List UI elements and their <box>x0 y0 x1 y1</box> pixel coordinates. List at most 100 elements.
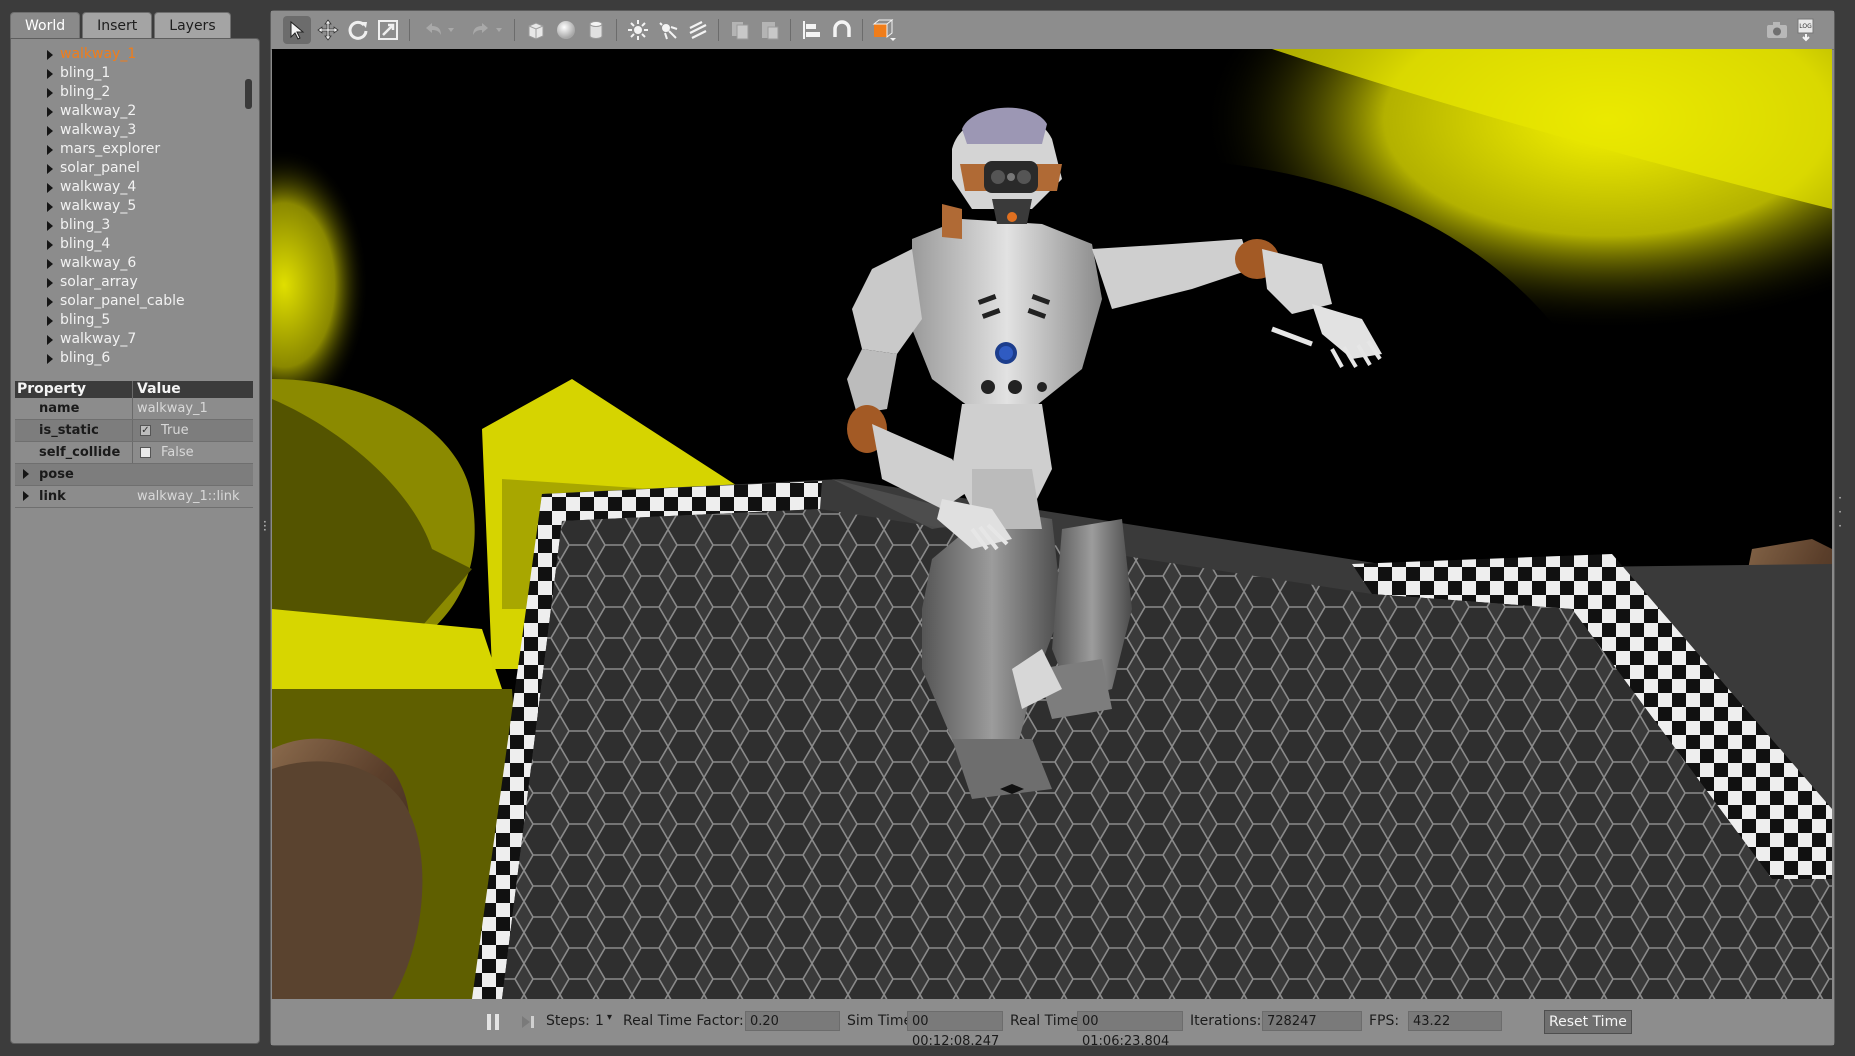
expand-arrow-icon[interactable] <box>47 240 53 250</box>
reset-time-button[interactable]: Reset Time <box>1544 1010 1632 1034</box>
expand-arrow-icon[interactable] <box>47 145 53 155</box>
expand-arrow-icon[interactable] <box>47 107 53 117</box>
right-panel-splitter-handle[interactable]: · · · <box>1838 491 1842 533</box>
expand-arrow-icon[interactable] <box>47 164 53 174</box>
point-light-icon[interactable] <box>624 16 652 44</box>
property-row-link[interactable]: link walkway_1::link <box>15 486 253 508</box>
real-time-field: 00 01:06:23.804 <box>1077 1011 1183 1049</box>
world-panel: walkway_1 bling_1 bling_2 walkway_2 walk… <box>10 38 260 1044</box>
iterations-field: 728247 <box>1262 1011 1362 1031</box>
redo-menu-chevron-icon[interactable] <box>491 16 507 44</box>
scene-viewport[interactable] <box>272 49 1832 999</box>
tree-item-walkway-1[interactable]: walkway_1 <box>11 45 251 64</box>
expand-arrow-icon[interactable] <box>47 259 53 269</box>
sphere-icon[interactable] <box>552 16 580 44</box>
tab-insert[interactable]: Insert <box>82 12 153 38</box>
property-table: Property Value name walkway_1 is_static … <box>15 381 253 508</box>
tree-item-solar-array[interactable]: solar_array <box>11 273 251 292</box>
property-row-name[interactable]: name walkway_1 <box>15 398 253 420</box>
expand-arrow-icon[interactable] <box>23 491 29 501</box>
toolbar-separator <box>616 19 617 41</box>
steps-chevron-icon[interactable]: ▾ <box>607 1012 612 1023</box>
toolbar-separator <box>409 19 410 41</box>
tree-item-walkway-6[interactable]: walkway_6 <box>11 254 251 273</box>
scale-icon[interactable] <box>374 16 402 44</box>
spot-light-icon[interactable] <box>654 16 682 44</box>
expand-arrow-icon[interactable] <box>47 335 53 345</box>
steps-value[interactable]: 1 <box>595 1013 604 1029</box>
steps-label: Steps: <box>546 1013 590 1029</box>
property-row-self-collide[interactable]: self_collide False <box>15 442 253 464</box>
view-angle-icon[interactable] <box>870 16 898 44</box>
expand-arrow-icon[interactable] <box>23 469 29 479</box>
undo-menu-chevron-icon[interactable] <box>443 16 459 44</box>
tree-item-walkway-4[interactable]: walkway_4 <box>11 178 251 197</box>
rotate-icon[interactable] <box>344 16 372 44</box>
panel-splitter-handle[interactable]: · · · <box>263 516 267 536</box>
toolbar-separator <box>718 19 719 41</box>
tree-item-bling-6[interactable]: bling_6 <box>11 349 251 368</box>
directional-light-icon[interactable] <box>684 16 712 44</box>
is-static-checkbox[interactable]: ✓ <box>140 425 151 436</box>
fps-field: 43.22 <box>1408 1011 1502 1031</box>
select-arrow-icon[interactable] <box>283 16 311 44</box>
expand-arrow-icon[interactable] <box>47 126 53 136</box>
tree-item-walkway-5[interactable]: walkway_5 <box>11 197 251 216</box>
tree-item-walkway-2[interactable]: walkway_2 <box>11 102 251 121</box>
self-collide-checkbox[interactable] <box>140 447 151 458</box>
property-link-value: walkway_1::link <box>137 489 240 504</box>
fps-label: FPS: <box>1369 1013 1400 1029</box>
expand-arrow-icon[interactable] <box>47 297 53 307</box>
expand-arrow-icon[interactable] <box>47 69 53 79</box>
step-icon[interactable] <box>521 1014 535 1030</box>
property-row-is-static[interactable]: is_static ✓ True <box>15 420 253 442</box>
expand-arrow-icon[interactable] <box>47 221 53 231</box>
tree-item-solar-panel[interactable]: solar_panel <box>11 159 251 178</box>
cylinder-icon[interactable] <box>582 16 610 44</box>
property-column-header: Property <box>15 381 133 398</box>
align-icon[interactable] <box>798 16 826 44</box>
screenshot-icon[interactable] <box>1763 16 1791 44</box>
pause-icon[interactable] <box>486 1014 500 1030</box>
copy-icon[interactable] <box>726 16 754 44</box>
value-column-header: Value <box>137 381 181 397</box>
tree-item-walkway-7[interactable]: walkway_7 <box>11 330 251 349</box>
tree-item-bling-4[interactable]: bling_4 <box>11 235 251 254</box>
tree-item-bling-5[interactable]: bling_5 <box>11 311 251 330</box>
snap-magnet-icon[interactable] <box>828 16 856 44</box>
expand-arrow-icon[interactable] <box>47 50 53 60</box>
paste-icon[interactable] <box>756 16 784 44</box>
expand-arrow-icon[interactable] <box>47 88 53 98</box>
tree-item-mars-explorer[interactable]: mars_explorer <box>11 140 251 159</box>
log-icon[interactable]: LOG <box>1792 16 1820 44</box>
tab-layers[interactable]: Layers <box>154 12 231 38</box>
tree-item-walkway-3[interactable]: walkway_3 <box>11 121 251 140</box>
scene-render <box>272 49 1832 999</box>
rtf-field: 0.20 <box>745 1011 840 1031</box>
expand-arrow-icon[interactable] <box>47 202 53 212</box>
expand-arrow-icon[interactable] <box>47 354 53 364</box>
property-pose-value <box>133 464 137 485</box>
tree-item-bling-2[interactable]: bling_2 <box>11 83 251 102</box>
tree-scrollbar[interactable] <box>245 79 252 109</box>
expand-arrow-icon[interactable] <box>47 183 53 193</box>
property-row-pose[interactable]: pose <box>15 464 253 486</box>
iterations-label: Iterations: <box>1190 1013 1262 1029</box>
property-name-label: name <box>15 398 133 419</box>
tree-item-bling-3[interactable]: bling_3 <box>11 216 251 235</box>
tab-world[interactable]: World <box>10 12 81 38</box>
expand-arrow-icon[interactable] <box>47 316 53 326</box>
tree-item-solar-panel-cable[interactable]: solar_panel_cable <box>11 292 251 311</box>
model-tree[interactable]: walkway_1 bling_1 bling_2 walkway_2 walk… <box>11 45 251 379</box>
translate-icon[interactable] <box>314 16 342 44</box>
tree-item-bling-1[interactable]: bling_1 <box>11 64 251 83</box>
left-panel: World Insert Layers walkway_1 bling_1 bl… <box>10 12 260 1044</box>
rtf-label: Real Time Factor: <box>623 1013 744 1029</box>
property-name-value[interactable]: walkway_1 <box>133 398 208 419</box>
property-header: Property Value <box>15 381 253 398</box>
property-link-label: link <box>39 489 66 504</box>
box-icon[interactable] <box>522 16 550 44</box>
expand-arrow-icon[interactable] <box>47 278 53 288</box>
self-collide-value: False <box>161 445 194 460</box>
toolbar-separator <box>790 19 791 41</box>
